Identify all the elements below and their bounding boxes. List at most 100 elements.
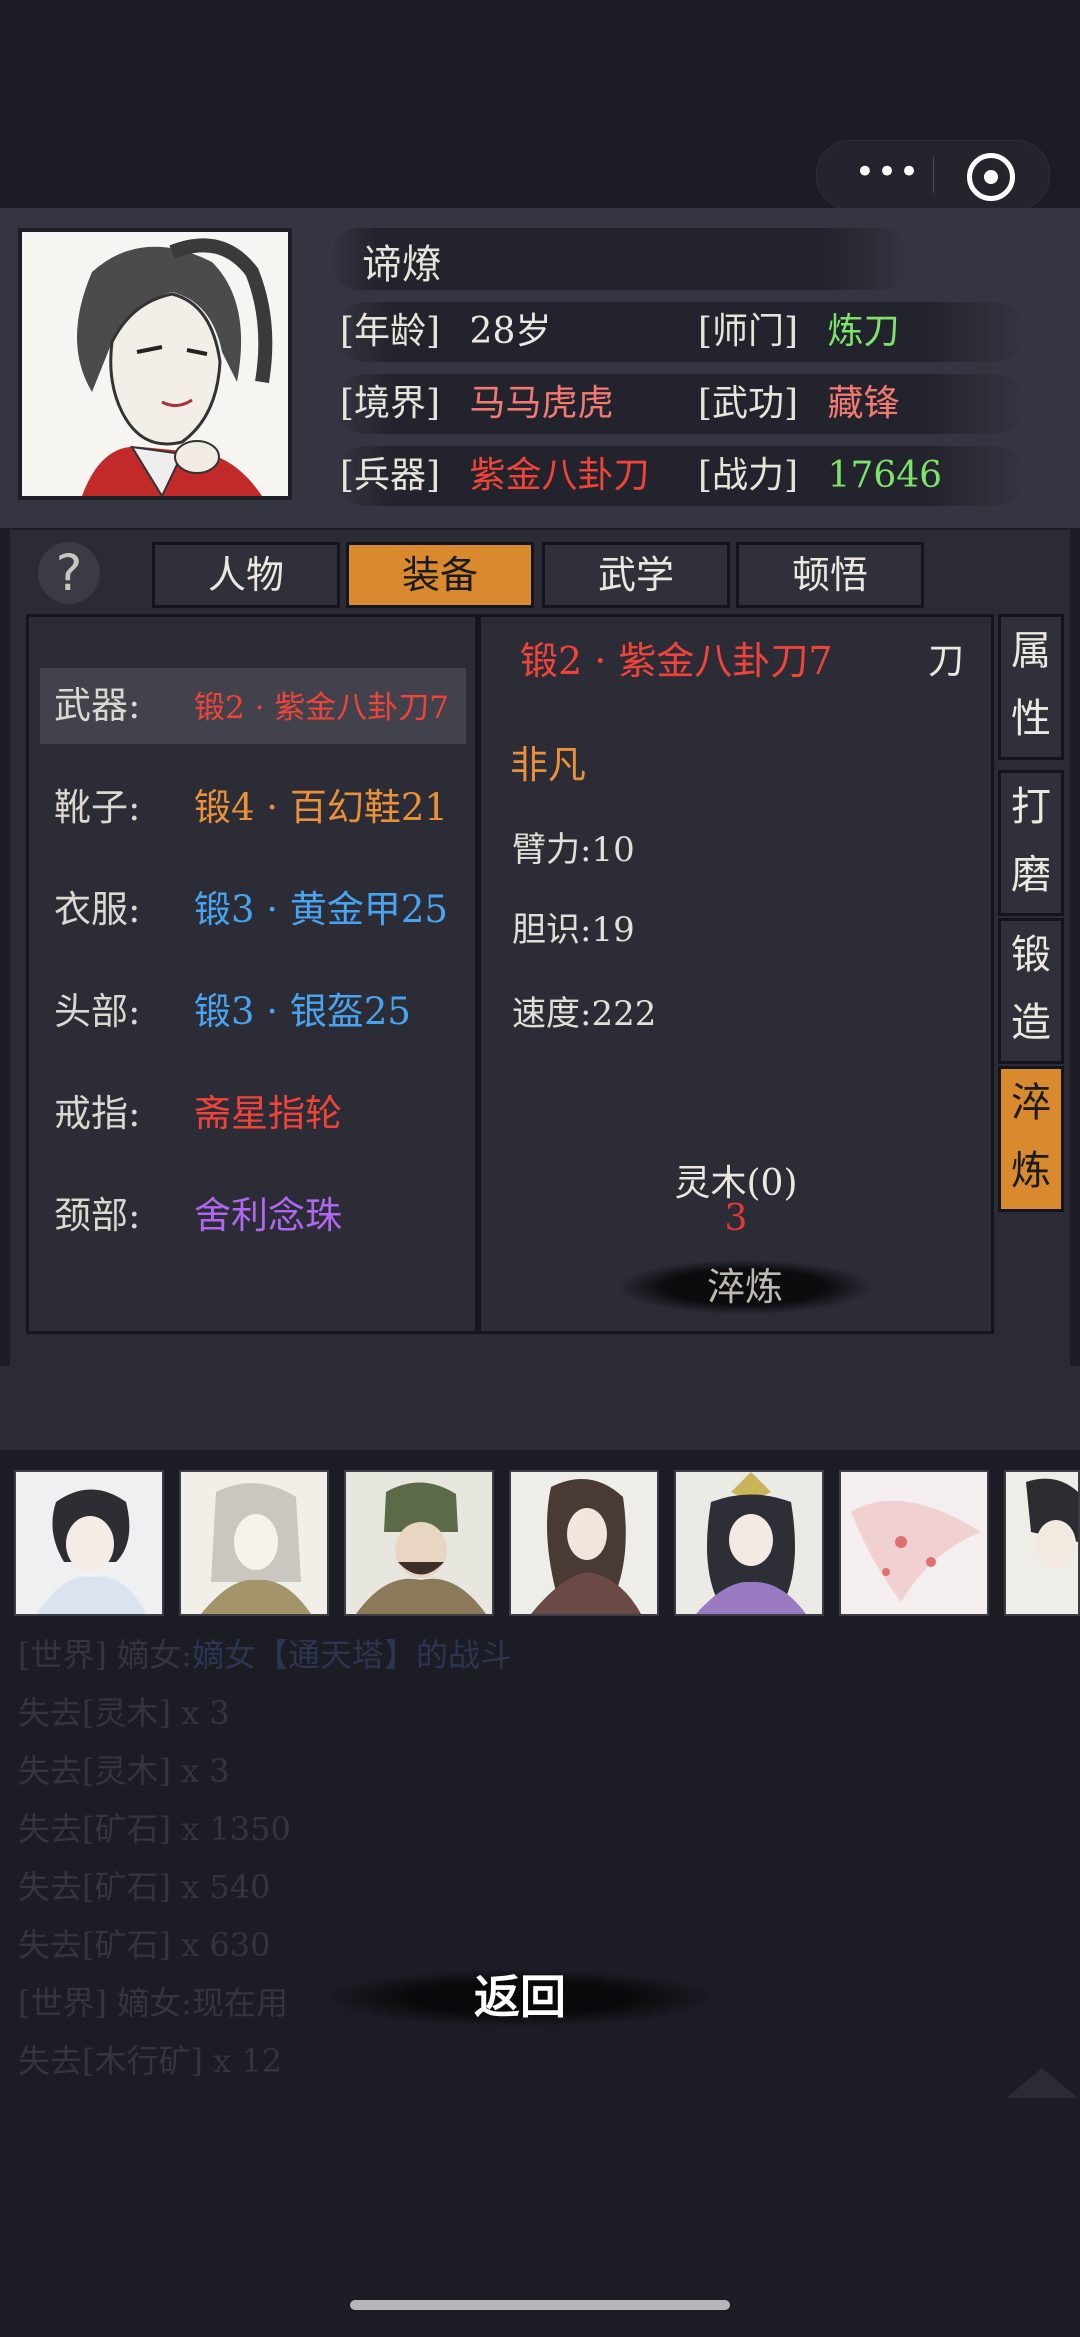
slot-item: 锻2 · 紫金八卦刀7 xyxy=(194,690,450,726)
log-prefix: 失去 xyxy=(18,1694,83,1732)
log-line: 失去[矿石] x 1350 xyxy=(18,1804,291,1850)
character-thumb[interactable] xyxy=(674,1470,824,1616)
tab-equipment[interactable]: 装备 xyxy=(346,542,534,608)
slot-item: 斋星指轮 xyxy=(194,1092,342,1135)
back-label: 返回 xyxy=(474,1970,566,2024)
log-text: [木行矿] x 12 xyxy=(82,2042,283,2080)
capsule-divider xyxy=(933,157,934,193)
log-prefix: [世界] 嫡女: xyxy=(18,1984,192,2022)
log-line: 失去[灵木] x 3 xyxy=(18,1688,230,1734)
slot-label: 戒指: xyxy=(54,1092,141,1135)
slot-label: 头部: xyxy=(54,990,141,1033)
slot-item: 锻3 · 黄金甲25 xyxy=(194,888,448,931)
log-text: [灵木] x 3 xyxy=(82,1752,230,1790)
scroll-up-icon[interactable] xyxy=(1006,2068,1078,2098)
slot-label: 武器: xyxy=(54,684,141,727)
character-thumb[interactable] xyxy=(1004,1470,1080,1616)
log-prefix: 失去 xyxy=(18,1926,83,1964)
realm-value: 马马虎虎 xyxy=(469,383,614,424)
slot-item: 锻4 · 百幻鞋21 xyxy=(194,786,448,829)
equip-slot-ring[interactable]: 戒指: 斋星指轮 xyxy=(40,1076,470,1152)
stat-courage: 胆识:19 xyxy=(512,910,635,950)
realm-label: [境界] xyxy=(340,383,441,424)
side-tab-char: 造 xyxy=(1011,1000,1051,1046)
character-thumb[interactable] xyxy=(509,1470,659,1616)
temper-button[interactable]: 淬炼 xyxy=(620,1260,870,1314)
character-portrait xyxy=(18,228,292,500)
log-prefix: 失去 xyxy=(18,1752,83,1790)
martial-row: [武功] 藏锋 xyxy=(698,376,900,432)
log-prefix: 失去 xyxy=(18,1868,83,1906)
school-value: 炼刀 xyxy=(827,311,900,352)
tab-insight[interactable]: 顿悟 xyxy=(736,542,924,608)
power-value: 17646 xyxy=(827,455,943,496)
equip-slot-weapon[interactable]: 武器: 锻2 · 紫金八卦刀7 xyxy=(40,668,466,744)
slot-label: 颈部: xyxy=(54,1194,141,1237)
side-tab-polish[interactable]: 打 磨 xyxy=(998,770,1064,916)
side-tab-temper[interactable]: 淬 炼 xyxy=(998,1066,1064,1212)
martial-label: [武功] xyxy=(698,383,799,424)
age-label: [年龄] xyxy=(340,311,441,352)
slot-item: 锻3 · 银盔25 xyxy=(194,990,411,1033)
power-row: [战力] 17646 xyxy=(698,448,942,504)
log-prefix: 失去 xyxy=(18,1810,83,1848)
slot-label: 衣服: xyxy=(54,888,141,931)
log-line: [世界] 嫡女:嫡女【通天塔】的战斗 xyxy=(18,1630,512,1676)
log-line: 失去[灵木] x 3 xyxy=(18,1746,230,1792)
equip-slot-boots[interactable]: 靴子: 锻4 · 百幻鞋21 xyxy=(40,770,470,846)
slot-label: 靴子: xyxy=(54,786,141,829)
log-text: [矿石] x 1350 xyxy=(82,1810,291,1848)
back-button[interactable]: 返回 xyxy=(300,1960,740,2034)
character-thumb[interactable] xyxy=(344,1470,494,1616)
log-prefix: 失去 xyxy=(18,2042,83,2080)
school-row: [师门] 炼刀 xyxy=(698,304,900,360)
log-text: 嫡女【通天塔】的战斗 xyxy=(191,1636,512,1674)
log-text: [矿石] x 540 xyxy=(82,1868,271,1906)
equip-slot-neck[interactable]: 颈部: 舍利念珠 xyxy=(40,1178,470,1254)
character-name: 谛燎 xyxy=(362,242,442,288)
martial-value: 藏锋 xyxy=(827,383,900,424)
log-line: 失去[矿石] x 630 xyxy=(18,1920,270,1966)
weapon-label: [兵器] xyxy=(340,455,441,496)
side-tab-char: 磨 xyxy=(1011,852,1051,898)
weapon-row: [兵器] 紫金八卦刀 xyxy=(340,448,650,504)
divider-strip xyxy=(0,1366,1080,1450)
home-indicator xyxy=(350,2300,730,2310)
material-cost: 3 xyxy=(724,1198,748,1239)
help-icon[interactable]: ? xyxy=(38,542,100,604)
close-miniprogram-icon[interactable] xyxy=(967,153,1015,201)
character-thumb[interactable] xyxy=(14,1470,164,1616)
character-thumb[interactable] xyxy=(839,1470,989,1616)
equip-slot-head[interactable]: 头部: 锻3 · 银盔25 xyxy=(40,974,470,1050)
item-type: 刀 xyxy=(928,641,965,682)
stat-strength: 臂力:10 xyxy=(512,830,635,870)
side-tab-char: 属 xyxy=(1011,628,1051,674)
power-label: [战力] xyxy=(698,455,799,496)
log-line: 失去[矿石] x 540 xyxy=(18,1862,270,1908)
stat-speed: 速度:222 xyxy=(512,994,657,1034)
item-title: 锻2 · 紫金八卦刀7 xyxy=(520,639,833,683)
side-tab-char: 打 xyxy=(1011,784,1051,830)
log-text: [矿石] x 630 xyxy=(82,1926,271,1964)
weapon-value: 紫金八卦刀 xyxy=(469,455,650,496)
more-icon[interactable]: ••• xyxy=(853,155,923,189)
log-line: 失去[木行矿] x 12 xyxy=(18,2036,282,2082)
tab-character[interactable]: 人物 xyxy=(152,542,340,608)
log-line: [世界] 嫡女:现在用 xyxy=(18,1978,288,2024)
equip-slot-armor[interactable]: 衣服: 锻3 · 黄金甲25 xyxy=(40,872,470,948)
side-tab-char: 性 xyxy=(1011,696,1051,742)
school-label: [师门] xyxy=(698,311,799,352)
realm-row: [境界] 马马虎虎 xyxy=(340,376,614,432)
age-value: 28岁 xyxy=(469,311,552,352)
log-prefix: [世界] 嫡女: xyxy=(18,1636,192,1674)
character-thumb[interactable] xyxy=(179,1470,329,1616)
log-text: 现在用 xyxy=(191,1984,288,2022)
side-tab-char: 炼 xyxy=(1011,1148,1051,1194)
side-tab-forge[interactable]: 锻 造 xyxy=(998,918,1064,1064)
miniprogram-capsule: ••• xyxy=(816,140,1050,210)
age-row: [年龄] 28岁 xyxy=(340,304,551,360)
item-quality: 非凡 xyxy=(510,743,587,787)
side-tab-char: 锻 xyxy=(1011,932,1051,978)
tab-martial-arts[interactable]: 武学 xyxy=(542,542,730,608)
side-tab-attributes[interactable]: 属 性 xyxy=(998,614,1064,760)
